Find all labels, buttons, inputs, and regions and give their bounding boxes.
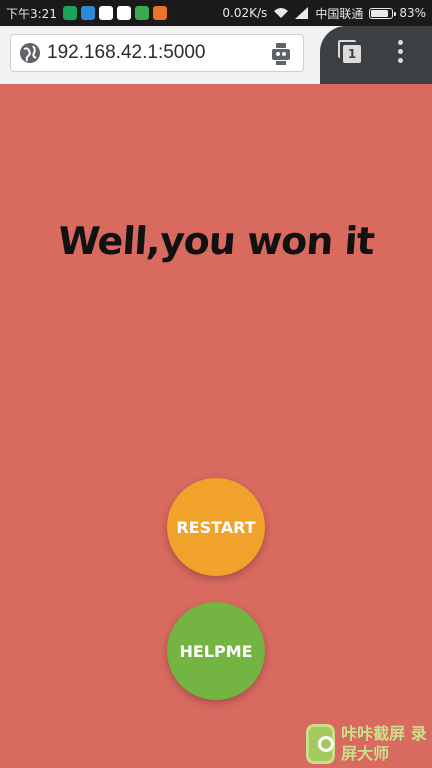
network-speed: 0.02K/s (222, 6, 268, 20)
status-time: 下午3:21 (6, 6, 57, 21)
restart-button[interactable]: RESTART (167, 478, 265, 576)
tab-count: 1 (343, 45, 361, 63)
signal-icon (295, 7, 309, 19)
wifi-icon (273, 7, 289, 19)
globe-icon (20, 43, 40, 63)
battery-icon (369, 7, 397, 19)
app-notification-icon (80, 6, 95, 20)
battery-percent: 83% (399, 6, 426, 20)
win-message: Well,you won it (56, 219, 376, 263)
watermark-text: 咔咔截屏 录屏大师 (341, 724, 427, 763)
address-bar[interactable]: 192.168.42.1:5000 (10, 34, 304, 72)
app-notification-icon (98, 6, 113, 20)
battery-fill (371, 9, 389, 17)
robot-icon[interactable] (269, 42, 293, 66)
tabs-area: 1 (320, 26, 432, 84)
notification-icons (62, 6, 167, 20)
url-text: 192.168.42.1:5000 (47, 42, 206, 63)
app-notification-icon (62, 6, 77, 20)
carrier-name: 中国联通 (315, 6, 364, 21)
helpme-button[interactable]: HELPME (167, 602, 265, 700)
browser-toolbar: 192.168.42.1:5000 1 (0, 26, 432, 84)
camera-icon (306, 724, 336, 764)
app-notification-icon (116, 6, 131, 20)
app-notification-icon (152, 6, 167, 20)
watermark: 咔咔截屏 录屏大师 (306, 720, 432, 768)
status-bar: 下午3:21 0.02K/s 中国联通 83% (0, 0, 432, 26)
app-notification-icon (134, 6, 149, 20)
game-area: Well,you won it RESTART HELPME (0, 84, 432, 768)
overflow-menu-icon[interactable] (398, 40, 406, 70)
